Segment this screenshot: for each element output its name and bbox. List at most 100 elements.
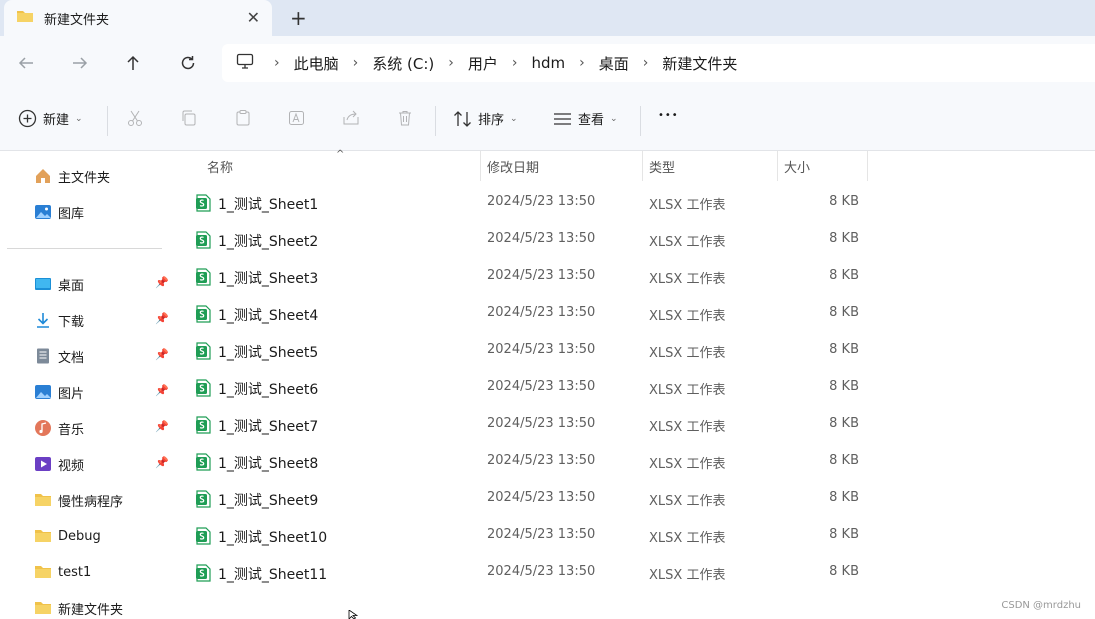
cut-button[interactable] bbox=[126, 109, 144, 127]
file-row[interactable]: 1_测试_Sheet8 2024/5/23 13:50 XLSX 工作表 8 KB bbox=[192, 447, 872, 477]
file-name: 1_测试_Sheet3 bbox=[218, 271, 319, 287]
file-row[interactable]: 1_测试_Sheet6 2024/5/23 13:50 XLSX 工作表 8 KB bbox=[192, 373, 872, 403]
file-size: 8 KB bbox=[829, 564, 859, 579]
file-size: 8 KB bbox=[829, 379, 859, 394]
back-button[interactable] bbox=[13, 50, 39, 76]
file-row[interactable]: 1_测试_Sheet11 2024/5/23 13:50 XLSX 工作表 8 KB bbox=[192, 558, 872, 588]
sidebar-item-folder-chronic[interactable]: 慢性病程序 bbox=[34, 488, 172, 512]
sidebar-item-home[interactable]: 主文件夹 bbox=[34, 164, 172, 188]
forward-button[interactable] bbox=[67, 50, 93, 76]
chevron-down-icon: ⌄ bbox=[75, 113, 83, 124]
up-button[interactable] bbox=[120, 50, 146, 76]
sidebar-item-label: 图片 bbox=[58, 386, 85, 402]
column-header-type[interactable]: 类型 bbox=[642, 151, 777, 181]
sidebar-item-videos[interactable]: 视频 📌 bbox=[34, 452, 172, 476]
column-header-modified[interactable]: 修改日期 bbox=[480, 151, 642, 181]
file-size: 8 KB bbox=[829, 305, 859, 320]
new-tab-button[interactable]: + bbox=[290, 6, 307, 30]
breadcrumb-item-users[interactable]: 用户 bbox=[468, 53, 498, 74]
file-row[interactable]: 1_测试_Sheet1 2024/5/23 13:50 XLSX 工作表 8 KB bbox=[192, 188, 872, 218]
copy-button[interactable] bbox=[180, 109, 198, 127]
column-header-name[interactable]: 名称 bbox=[200, 151, 480, 181]
toolbar-divider bbox=[640, 106, 641, 136]
pin-icon[interactable]: 📌 bbox=[155, 276, 169, 289]
file-size: 8 KB bbox=[829, 416, 859, 431]
folder-icon bbox=[35, 530, 51, 542]
pin-icon[interactable]: 📌 bbox=[155, 420, 169, 433]
chevron-right-icon: › bbox=[511, 55, 518, 71]
file-row[interactable]: 1_测试_Sheet10 2024/5/23 13:50 XLSX 工作表 8 KB bbox=[192, 521, 872, 551]
sidebar-item-pictures[interactable]: 图片 📌 bbox=[34, 380, 172, 404]
chevron-right-icon: › bbox=[448, 55, 454, 71]
file-list: ^ 名称 修改日期 类型 大小 1_测试_Sheet1 2024/5/23 13:… bbox=[172, 149, 1095, 619]
breadcrumb-item-c-drive[interactable]: 系统 (C:) bbox=[372, 53, 434, 74]
new-button[interactable]: 新建 ⌄ bbox=[18, 109, 83, 128]
delete-button[interactable] bbox=[396, 109, 414, 127]
sort-button[interactable]: 排序 ⌄ bbox=[453, 109, 518, 128]
share-button[interactable] bbox=[342, 109, 360, 127]
pictures-icon bbox=[35, 385, 51, 399]
rename-button[interactable] bbox=[288, 109, 307, 127]
arrow-left-icon bbox=[18, 57, 33, 69]
sidebar-item-label: Debug bbox=[58, 528, 101, 544]
pin-icon[interactable]: 📌 bbox=[155, 456, 169, 469]
scissors-icon bbox=[128, 110, 142, 126]
sidebar-item-label: 慢性病程序 bbox=[58, 494, 124, 510]
file-row[interactable]: 1_测试_Sheet2 2024/5/23 13:50 XLSX 工作表 8 KB bbox=[192, 225, 872, 255]
sidebar-item-label: 视频 bbox=[58, 458, 85, 474]
excel-file-icon bbox=[195, 342, 212, 364]
file-type: XLSX 工作表 bbox=[649, 309, 726, 324]
file-row[interactable]: 1_测试_Sheet7 2024/5/23 13:50 XLSX 工作表 8 KB bbox=[192, 410, 872, 440]
refresh-button[interactable] bbox=[175, 50, 201, 76]
pin-icon[interactable]: 📌 bbox=[155, 348, 169, 361]
pin-icon[interactable]: 📌 bbox=[155, 312, 169, 325]
computer-icon[interactable] bbox=[236, 53, 254, 74]
sidebar-item-music[interactable]: 音乐 📌 bbox=[34, 416, 172, 440]
file-modified-date: 2024/5/23 13:50 bbox=[487, 453, 596, 468]
chevron-right-icon: › bbox=[642, 55, 649, 71]
address-bar[interactable]: › 此电脑 › 系统 (C:) › 用户 › hdm › 桌面 › 新建文件夹 bbox=[222, 44, 1095, 82]
sidebar-item-folder-test1[interactable]: test1 bbox=[34, 560, 172, 584]
sidebar-item-label: 主文件夹 bbox=[58, 170, 111, 186]
music-icon bbox=[35, 420, 51, 436]
file-row[interactable]: 1_测试_Sheet3 2024/5/23 13:50 XLSX 工作表 8 KB bbox=[192, 262, 872, 292]
file-modified-date: 2024/5/23 13:50 bbox=[487, 379, 596, 394]
breadcrumb-item-current[interactable]: 新建文件夹 bbox=[662, 53, 737, 74]
folder-icon bbox=[35, 602, 51, 614]
file-type: XLSX 工作表 bbox=[649, 568, 726, 583]
column-header-size[interactable]: 大小 bbox=[777, 151, 867, 181]
sidebar-item-downloads[interactable]: 下载 📌 bbox=[34, 308, 172, 332]
sidebar-item-documents[interactable]: 文档 📌 bbox=[34, 344, 172, 368]
column-divider[interactable] bbox=[867, 151, 868, 181]
file-size: 8 KB bbox=[829, 268, 859, 283]
sidebar-divider bbox=[7, 248, 162, 249]
sidebar-item-folder-new[interactable]: 新建文件夹 bbox=[34, 596, 172, 619]
sidebar-item-desktop[interactable]: 桌面 📌 bbox=[34, 272, 172, 296]
paste-button[interactable] bbox=[234, 109, 252, 127]
breadcrumb-item-this-pc[interactable]: 此电脑 bbox=[294, 53, 339, 74]
video-icon bbox=[35, 457, 51, 471]
toolbar-divider bbox=[107, 106, 108, 136]
file-size: 8 KB bbox=[829, 490, 859, 505]
view-button[interactable]: 查看 ⌄ bbox=[553, 109, 618, 128]
file-type: XLSX 工作表 bbox=[649, 494, 726, 509]
more-options-button[interactable]: ••• bbox=[658, 110, 679, 121]
file-name: 1_测试_Sheet9 bbox=[218, 493, 319, 509]
excel-file-icon bbox=[195, 305, 212, 327]
close-icon[interactable]: ✕ bbox=[247, 8, 260, 27]
chevron-right-icon: › bbox=[274, 55, 280, 71]
sidebar-item-label: 图库 bbox=[58, 206, 85, 222]
file-row[interactable]: 1_测试_Sheet5 2024/5/23 13:50 XLSX 工作表 8 KB bbox=[192, 336, 872, 366]
breadcrumb-item-desktop[interactable]: 桌面 bbox=[599, 53, 629, 74]
sidebar-item-label: 下载 bbox=[58, 314, 85, 330]
breadcrumb-item-hdm[interactable]: hdm bbox=[531, 54, 565, 72]
copy-icon bbox=[182, 110, 196, 126]
file-row[interactable]: 1_测试_Sheet9 2024/5/23 13:50 XLSX 工作表 8 KB bbox=[192, 484, 872, 514]
sidebar-item-gallery[interactable]: 图库 bbox=[34, 200, 172, 224]
file-row[interactable]: 1_测试_Sheet4 2024/5/23 13:50 XLSX 工作表 8 KB bbox=[192, 299, 872, 329]
chevron-right-icon: › bbox=[579, 55, 585, 71]
tab-current-folder[interactable]: 新建文件夹 ✕ bbox=[4, 0, 272, 36]
pin-icon[interactable]: 📌 bbox=[155, 384, 169, 397]
sidebar-item-folder-debug[interactable]: Debug bbox=[34, 524, 172, 548]
chevron-right-icon: › bbox=[352, 55, 359, 71]
